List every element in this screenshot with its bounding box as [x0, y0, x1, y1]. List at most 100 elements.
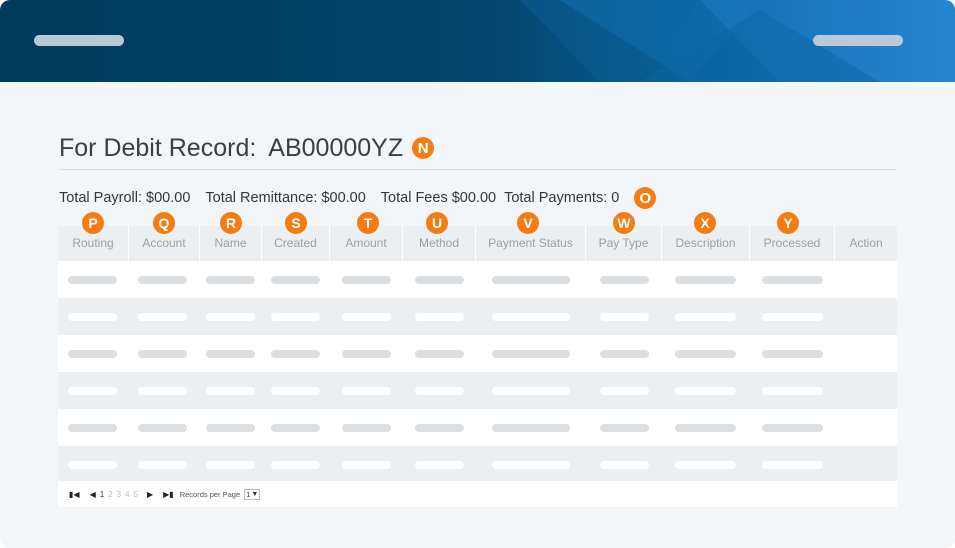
marker-badge-t: T	[357, 212, 379, 234]
total-fees: Total Fees $00.00	[380, 190, 497, 206]
cell-placeholder	[138, 276, 187, 284]
cell-placeholder	[68, 313, 117, 321]
column-header-routing[interactable]: P Routing	[58, 212, 129, 261]
cell-placeholder	[68, 424, 117, 432]
cell-placeholder	[68, 276, 117, 284]
header-placeholder-right	[813, 35, 903, 46]
records-per-page-select[interactable]: 1 ▼	[244, 488, 261, 500]
cell-placeholder	[138, 424, 187, 432]
cell-placeholder	[138, 387, 187, 395]
pagination-bar: ▮◀ ◀ 1 2 3 4 5 ▶ ▶▮ Records per Page 1 ▼	[58, 481, 897, 507]
cell-placeholder	[675, 387, 736, 395]
cell-placeholder	[138, 350, 187, 358]
cell-placeholder	[600, 313, 649, 321]
next-page-icon[interactable]: ▶	[147, 490, 153, 499]
column-header-pay-type[interactable]: W Pay Type	[586, 212, 662, 261]
marker-badge-v: V	[517, 212, 539, 234]
column-label: Action	[849, 236, 883, 250]
page-link-3[interactable]: 3	[117, 490, 121, 499]
cell-placeholder	[415, 461, 464, 469]
records-per-page-label: Records per Page	[179, 489, 241, 499]
table-body	[58, 261, 897, 483]
cell-placeholder	[138, 313, 187, 321]
cell-placeholder	[342, 461, 391, 469]
column-header-payment-status[interactable]: V Payment Status	[476, 212, 586, 261]
cell-placeholder	[206, 276, 255, 284]
cell-placeholder	[206, 387, 255, 395]
total-payroll: Total Payroll: $00.00	[59, 190, 191, 206]
title-label: For Debit Record:	[59, 133, 257, 162]
column-header-amount[interactable]: T Amount	[330, 212, 403, 261]
title-divider	[59, 169, 897, 170]
cell-placeholder	[271, 276, 320, 284]
table-row[interactable]	[58, 446, 897, 483]
last-page-icon[interactable]: ▶▮	[163, 490, 174, 499]
cell-placeholder	[492, 387, 570, 395]
header-placeholder-left	[34, 35, 124, 46]
marker-badge-n: N	[412, 137, 435, 159]
cell-placeholder	[600, 387, 649, 395]
marker-badge-y: Y	[777, 212, 799, 234]
cell-placeholder	[271, 313, 320, 321]
column-header-description[interactable]: X Description	[662, 212, 750, 261]
column-header-processed[interactable]: Y Processed	[750, 212, 835, 261]
cell-placeholder	[492, 276, 570, 284]
cell-placeholder	[600, 424, 649, 432]
table-row[interactable]	[58, 372, 897, 409]
debit-records-table: P Routing Q Account R Name S Created T A…	[58, 212, 897, 483]
column-header-created[interactable]: S Created	[262, 212, 330, 261]
cell-placeholder	[415, 387, 464, 395]
marker-badge-x: X	[694, 212, 716, 234]
marker-badge-s: S	[285, 212, 307, 234]
cell-placeholder	[600, 276, 649, 284]
table-row[interactable]	[58, 409, 897, 446]
cell-placeholder	[206, 350, 255, 358]
cell-placeholder	[271, 350, 320, 358]
cell-placeholder	[271, 424, 320, 432]
page-link-5[interactable]: 5	[134, 490, 138, 499]
cell-placeholder	[415, 424, 464, 432]
table-row[interactable]	[58, 261, 897, 298]
cell-placeholder	[762, 461, 823, 469]
cell-placeholder	[206, 313, 255, 321]
column-header-method[interactable]: U Method	[403, 212, 476, 261]
marker-badge-w: W	[613, 212, 635, 234]
totals-summary: Total Payroll: $00.00 Total Remittance: …	[59, 186, 657, 210]
prev-page-icon[interactable]: ◀	[90, 490, 96, 499]
cell-placeholder	[342, 313, 391, 321]
cell-placeholder	[762, 424, 823, 432]
cell-placeholder	[206, 424, 255, 432]
marker-badge-q: Q	[153, 212, 175, 234]
table-header: P Routing Q Account R Name S Created T A…	[58, 212, 897, 261]
cell-placeholder	[342, 276, 391, 284]
page-link-4[interactable]: 4	[125, 490, 129, 499]
table-row[interactable]	[58, 298, 897, 335]
cell-placeholder	[68, 387, 117, 395]
page-link-1[interactable]: 1	[100, 490, 104, 499]
records-per-page-value: 1	[246, 489, 251, 499]
app-frame: For Debit Record: AB00000YZ N Total Payr…	[0, 0, 955, 548]
total-remittance: Total Remittance: $00.00	[205, 190, 366, 206]
column-header-name[interactable]: R Name	[200, 212, 262, 261]
cell-placeholder	[675, 313, 736, 321]
cell-placeholder	[415, 313, 464, 321]
cell-placeholder	[342, 424, 391, 432]
cell-placeholder	[342, 387, 391, 395]
marker-badge-r: R	[220, 212, 242, 234]
page-title: For Debit Record: AB00000YZ N	[59, 131, 435, 165]
column-header-account[interactable]: Q Account	[129, 212, 200, 261]
table-row[interactable]	[58, 335, 897, 372]
cell-placeholder	[675, 350, 736, 358]
first-page-icon[interactable]: ▮◀	[69, 490, 80, 499]
banner-decoration	[520, 0, 955, 82]
cell-placeholder	[206, 461, 255, 469]
cell-placeholder	[342, 350, 391, 358]
page-link-2[interactable]: 2	[108, 490, 112, 499]
cell-placeholder	[762, 313, 823, 321]
cell-placeholder	[271, 461, 320, 469]
cell-placeholder	[415, 276, 464, 284]
column-header-action[interactable]: Action	[835, 226, 897, 261]
cell-placeholder	[492, 461, 570, 469]
cell-placeholder	[68, 461, 117, 469]
cell-placeholder	[675, 424, 736, 432]
